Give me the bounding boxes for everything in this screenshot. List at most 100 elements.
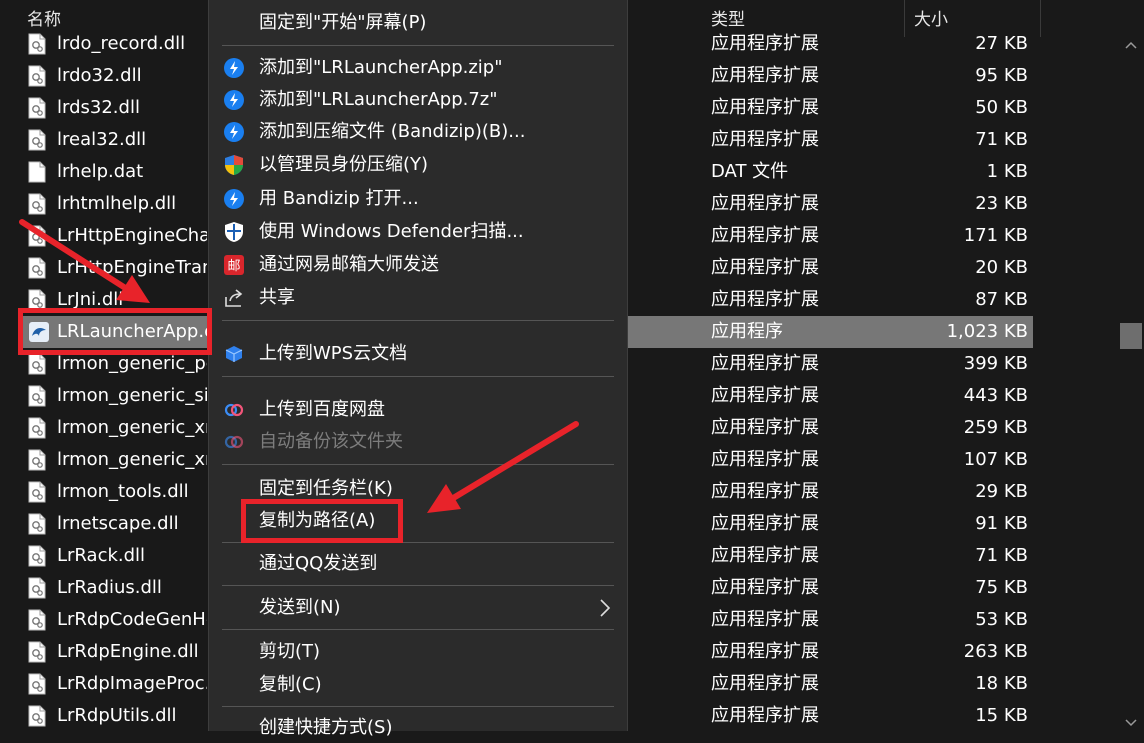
file-name: lrmon_generic_sit (57, 385, 207, 406)
menu-item-open-bandizip[interactable]: 用 Bandizip 打开... (209, 184, 629, 214)
admin-shield-icon (225, 155, 243, 175)
dll-icon (28, 257, 46, 279)
file-type: 应用程序扩展 (711, 353, 819, 374)
file-size: 107 KB (963, 449, 1028, 470)
menu-item-send-qq[interactable]: 通过QQ发送到 (209, 549, 629, 579)
menu-item-defender-scan[interactable]: 使用 Windows Defender扫描... (209, 217, 629, 247)
menu-item-send-to[interactable]: 发送到(N) (209, 593, 629, 623)
file-type: 应用程序扩展 (711, 577, 819, 598)
menu-item-label: 以管理员身份压缩(Y) (259, 154, 429, 175)
file-name: lrhtmlhelp.dll (57, 193, 177, 214)
menu-separator (222, 464, 614, 465)
file-size: 53 KB (975, 609, 1028, 630)
dll-icon (28, 577, 46, 599)
vertical-scrollbar[interactable] (1119, 37, 1144, 731)
menu-item-label: 通过网易邮箱大师发送 (259, 254, 439, 275)
baidu-netdisk-icon (224, 435, 244, 449)
dll-icon (28, 417, 46, 439)
file-type: 应用程序扩展 (711, 609, 819, 630)
file-name: lrdo32.dll (57, 65, 142, 86)
menu-item-pin-start[interactable]: 固定到"开始"屏幕(P) (209, 8, 629, 38)
file-type: 应用程序扩展 (711, 449, 819, 470)
file-size: 15 KB (975, 705, 1028, 726)
file-size: 1 KB (986, 161, 1028, 182)
menu-item-label: 用 Bandizip 打开... (259, 188, 419, 209)
file-size: 50 KB (975, 97, 1028, 118)
menu-separator (222, 45, 614, 46)
file-size: 18 KB (975, 673, 1028, 694)
file-size: 399 KB (963, 353, 1028, 374)
menu-item-label: 上传到百度网盘 (259, 399, 385, 420)
menu-item-auto-backup[interactable]: 自动备份该文件夹 (209, 427, 629, 457)
menu-item-create-shortcut[interactable]: 创建快捷方式(S) (209, 713, 629, 743)
file-size: 71 KB (975, 545, 1028, 566)
file-size: 259 KB (963, 417, 1028, 438)
menu-item-label: 固定到任务栏(K) (259, 478, 393, 499)
dll-icon (28, 609, 46, 631)
file-name: lrmon_generic_xm (57, 449, 207, 470)
scrollbar-thumb[interactable] (1120, 323, 1142, 349)
menu-separator (222, 585, 614, 586)
file-type: 应用程序扩展 (711, 193, 819, 214)
dll-icon (28, 673, 46, 695)
menu-item-add-archive[interactable]: 添加到压缩文件 (Bandizip)(B)... (209, 117, 629, 147)
file-size: 91 KB (975, 513, 1028, 534)
menu-item-add-zip[interactable]: 添加到"LRLauncherApp.zip" (209, 53, 629, 83)
dll-icon (28, 481, 46, 503)
menu-item-netease-mail[interactable]: 邮 通过网易邮箱大师发送 (209, 250, 629, 280)
dll-icon (28, 449, 46, 471)
baidu-netdisk-icon (224, 403, 244, 417)
file-name: LrRack.dll (57, 545, 146, 566)
file-type: 应用程序 (711, 321, 783, 342)
bandizip-icon (224, 90, 244, 110)
file-name: lrds32.dll (57, 97, 140, 118)
menu-item-label: 共享 (259, 287, 295, 308)
bandizip-icon (224, 189, 244, 209)
bandizip-icon (224, 58, 244, 78)
defender-shield-icon (225, 222, 243, 242)
menu-item-share[interactable]: 共享 (209, 283, 629, 313)
menu-separator (222, 376, 614, 377)
chevron-right-icon (600, 599, 611, 617)
menu-separator (222, 629, 614, 630)
file-name: LrRdpImageProc. (57, 673, 207, 694)
dll-icon (28, 65, 46, 87)
file-type: 应用程序扩展 (711, 33, 819, 54)
file-size: 171 KB (963, 225, 1028, 246)
file-size: 1,023 KB (946, 321, 1028, 342)
menu-item-label: 创建快捷方式(S) (259, 717, 393, 738)
menu-item-label: 添加到压缩文件 (Bandizip)(B)... (259, 121, 526, 142)
file-size: 20 KB (975, 257, 1028, 278)
file-name: LrRdpUtils.dll (57, 705, 177, 726)
dll-icon (28, 193, 46, 215)
menu-item-upload-baidu[interactable]: 上传到百度网盘 (209, 395, 629, 425)
dll-icon (28, 705, 46, 727)
file-name: lrmon_generic_xm (57, 417, 207, 438)
dll-icon (28, 225, 46, 247)
menu-item-label: 剪切(T) (259, 641, 321, 662)
scroll-up-arrow-icon[interactable] (1125, 41, 1137, 49)
menu-item-upload-wps[interactable]: 上传到WPS云文档 (209, 339, 629, 369)
scroll-down-arrow-icon[interactable] (1125, 719, 1137, 727)
file-type: 应用程序扩展 (711, 289, 819, 310)
menu-item-label: 添加到"LRLauncherApp.zip" (259, 57, 503, 78)
menu-item-copy[interactable]: 复制(C) (209, 670, 629, 700)
menu-item-add-7z[interactable]: 添加到"LRLauncherApp.7z" (209, 85, 629, 115)
dll-icon (28, 129, 46, 151)
file-size: 71 KB (975, 129, 1028, 150)
file-type: 应用程序扩展 (711, 641, 819, 662)
file-type: 应用程序扩展 (711, 225, 819, 246)
menu-item-admin-compress[interactable]: 以管理员身份压缩(Y) (209, 150, 629, 180)
file-name: LrRadius.dll (57, 577, 162, 598)
file-name: lrmon_generic_pc (57, 353, 207, 374)
file-type: 应用程序扩展 (711, 705, 819, 726)
menu-item-label: 发送到(N) (259, 597, 341, 618)
file-type: 应用程序扩展 (711, 385, 819, 406)
menu-item-cut[interactable]: 剪切(T) (209, 637, 629, 667)
highlight-box-copy-path (241, 499, 403, 543)
file-name: LrRdpEngine.dll (57, 641, 199, 662)
file-size: 27 KB (975, 33, 1028, 54)
file-name: lrmon_tools.dll (57, 481, 189, 502)
file-size: 263 KB (963, 641, 1028, 662)
file-type: 应用程序扩展 (711, 97, 819, 118)
